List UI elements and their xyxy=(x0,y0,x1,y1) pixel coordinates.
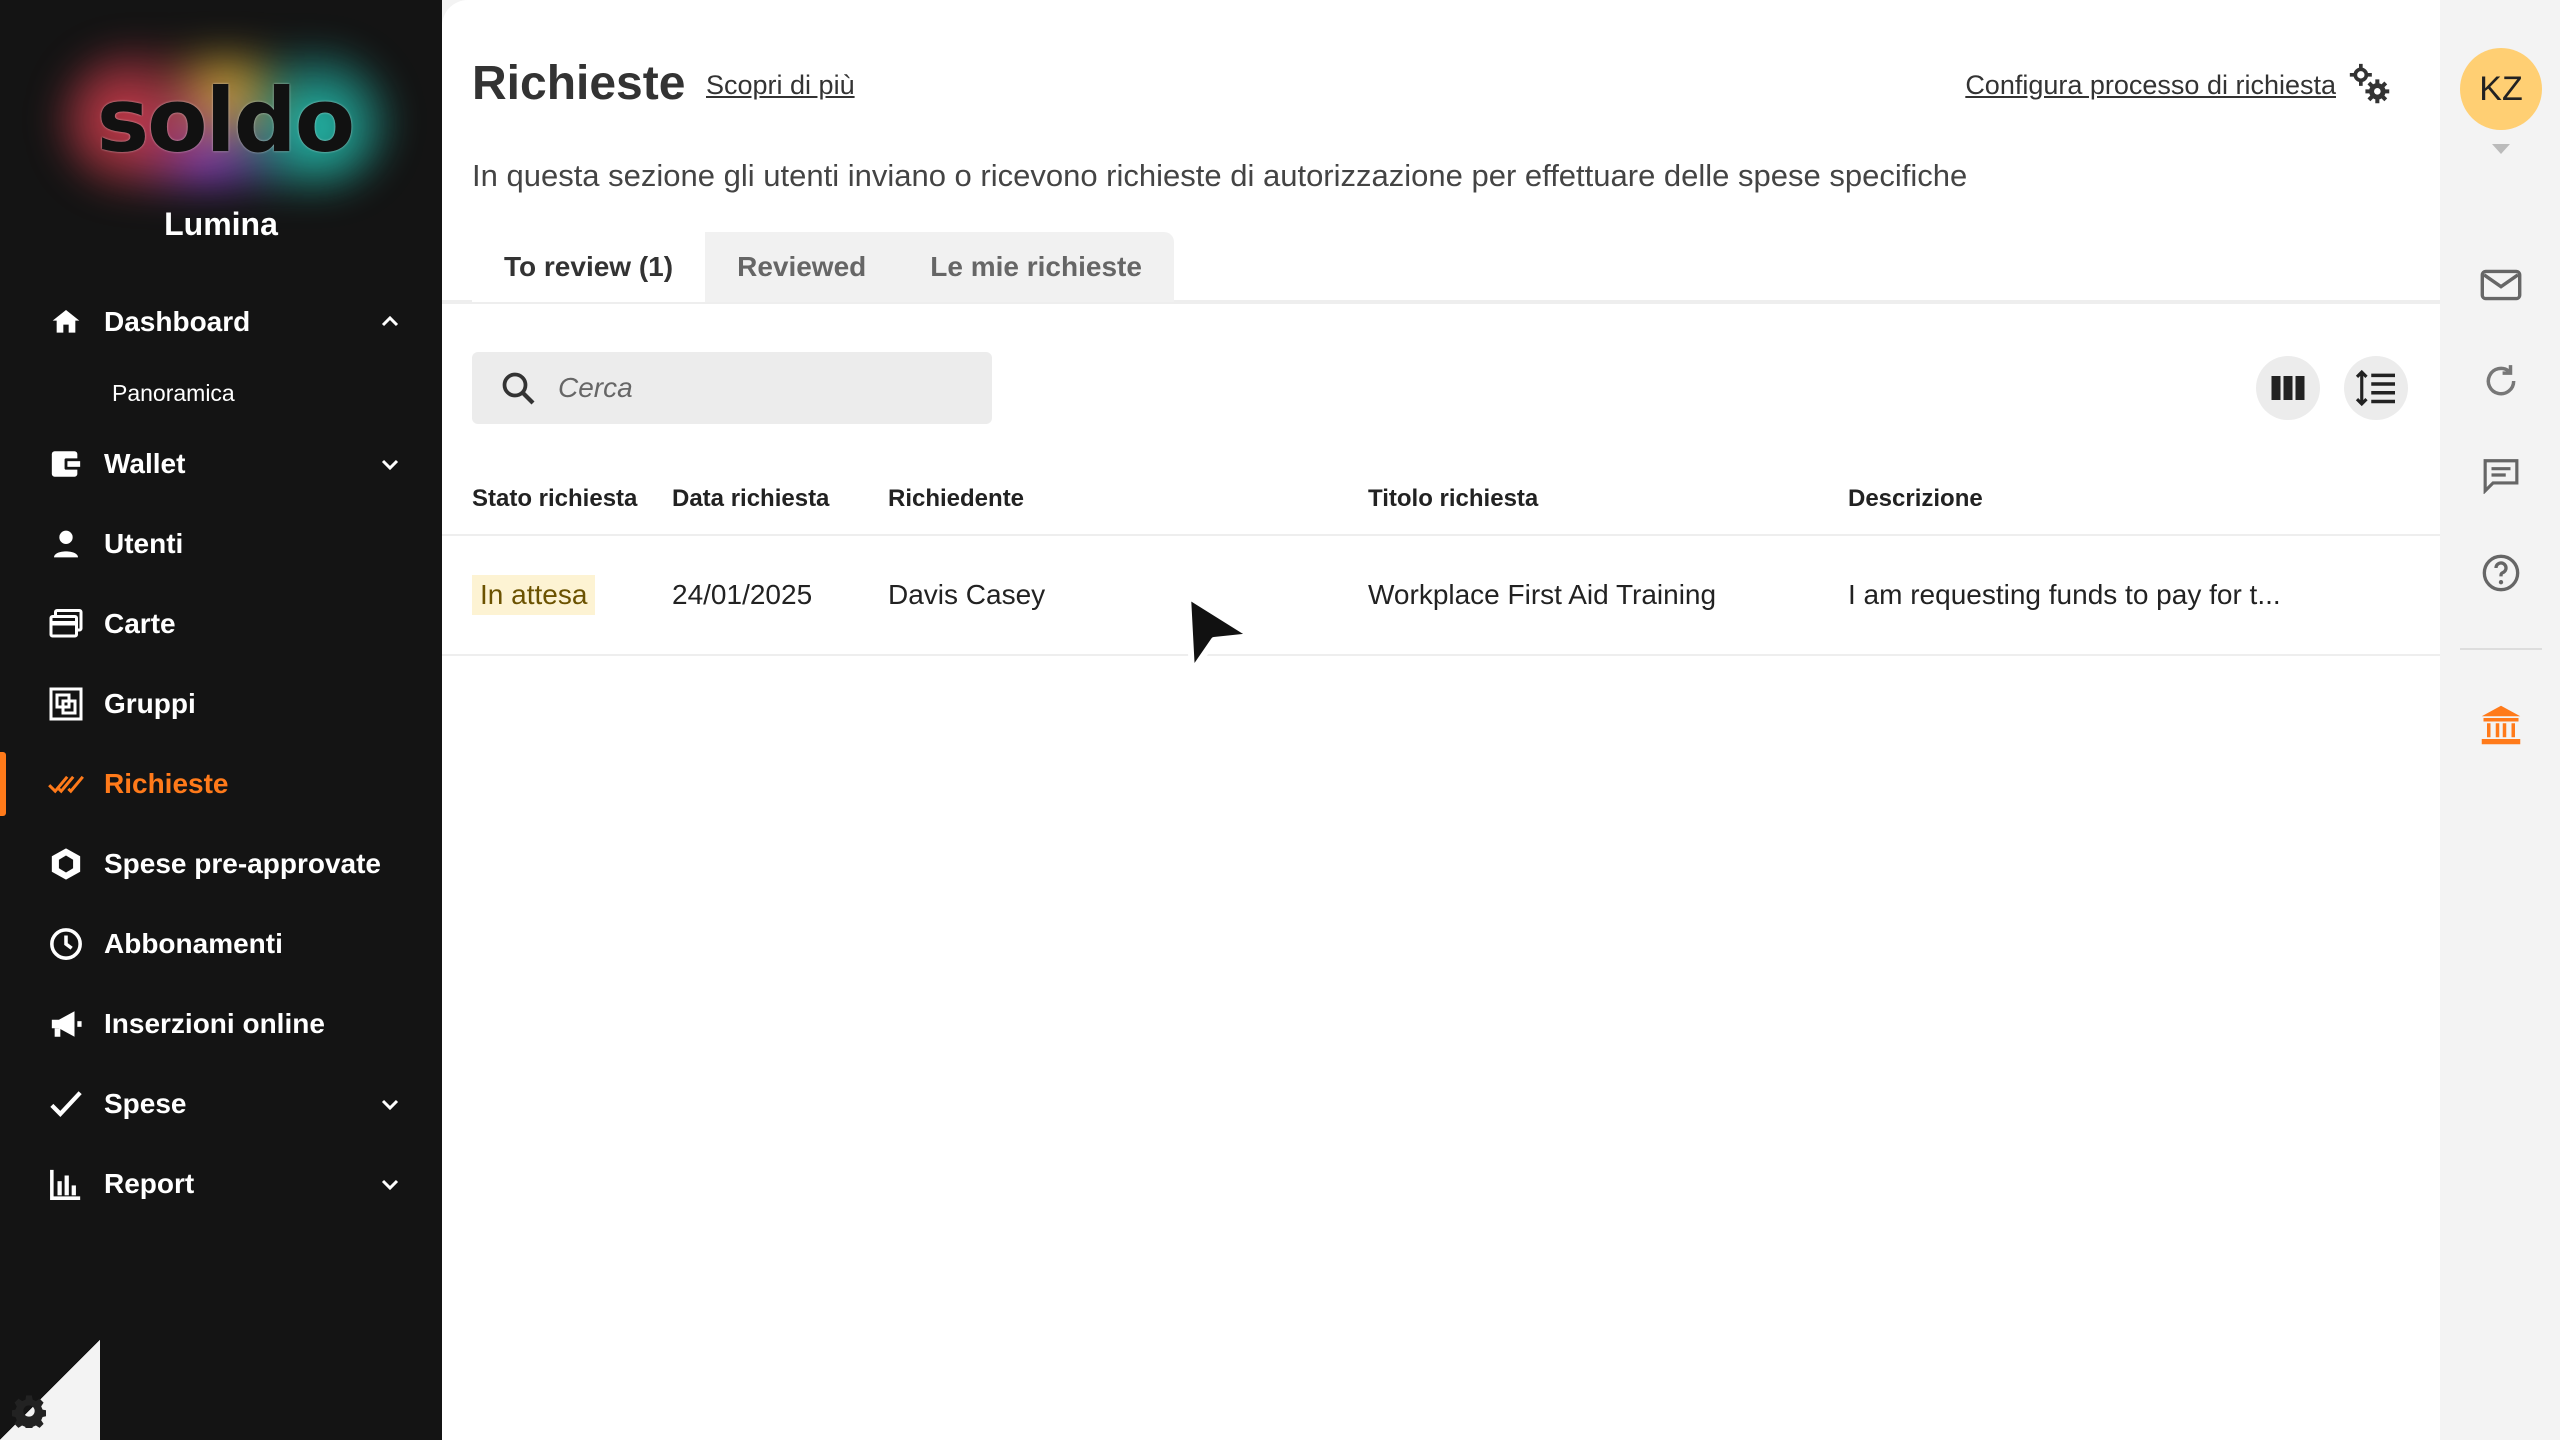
sidebar-item-label: Spese xyxy=(104,1088,187,1119)
user-icon xyxy=(48,526,84,562)
mail-icon[interactable] xyxy=(2478,262,2524,308)
column-header-requester[interactable]: Richiedente xyxy=(888,485,1024,513)
sidebar-item-label: Gruppi xyxy=(104,688,196,719)
sidebar-item-inserzioni-online[interactable]: Inserzioni online xyxy=(0,984,442,1064)
request-title: Workplace First Aid Training xyxy=(1368,579,1717,610)
megaphone-icon xyxy=(48,1006,84,1042)
status-badge: In attesa xyxy=(472,575,596,615)
sidebar-item-label: Carte xyxy=(104,608,176,639)
refresh-icon[interactable] xyxy=(2478,358,2524,404)
mouse-cursor-icon xyxy=(1185,593,1255,675)
sidebar-item-wallet[interactable]: Wallet xyxy=(0,424,442,504)
sidebar-item-richieste[interactable]: Richieste xyxy=(0,744,442,824)
sidebar-item-carte[interactable]: Carte xyxy=(0,584,442,664)
rail-divider xyxy=(2460,648,2542,650)
check-icon xyxy=(48,1086,84,1122)
sidebar-item-utenti[interactable]: Utenti xyxy=(0,504,442,584)
column-header-title[interactable]: Titolo richiesta xyxy=(1368,485,1538,513)
line-spacing-icon xyxy=(2355,369,2395,407)
sidebar-item-label: Wallet xyxy=(104,448,186,479)
chevron-down-icon[interactable] xyxy=(378,452,402,476)
sidebar-item-label: Dashboard xyxy=(104,306,251,337)
right-rail: KZ xyxy=(2440,0,2560,1440)
table-row[interactable]: In attesa 24/01/2025 Davis Casey Workpla… xyxy=(442,536,2440,656)
tab-my-requests[interactable]: Le mie richieste xyxy=(898,232,1174,302)
sidebar-item-label: Abbonamenti xyxy=(104,928,283,959)
columns-icon xyxy=(2271,376,2305,400)
search-box[interactable] xyxy=(472,352,992,424)
search-icon xyxy=(502,372,535,405)
company-name: Lumina xyxy=(164,206,278,242)
chevron-down-icon[interactable] xyxy=(378,1092,402,1116)
sidebar-item-label: Report xyxy=(104,1168,195,1199)
hexagon-icon xyxy=(48,846,84,882)
sidebar-item-spese[interactable]: Spese xyxy=(0,1064,442,1144)
sidebar-item-dashboard[interactable]: Dashboard xyxy=(0,282,442,362)
tab-reviewed[interactable]: Reviewed xyxy=(705,232,899,302)
home-icon xyxy=(48,304,84,340)
page-title: Richieste xyxy=(472,57,686,110)
settings-corner[interactable] xyxy=(0,1340,100,1440)
sidebar-item-label: Inserzioni online xyxy=(104,1008,325,1039)
wallet-icon xyxy=(48,446,84,482)
cards-icon xyxy=(48,606,84,642)
tabs: To review (1) Reviewed Le mie richieste xyxy=(472,232,1174,302)
gears-icon[interactable] xyxy=(2348,62,2392,106)
sidebar-item-gruppi[interactable]: Gruppi xyxy=(0,664,442,744)
caret-down-icon[interactable] xyxy=(2490,142,2512,156)
page-description: In questa sezione gli utenti inviano o r… xyxy=(472,158,1968,193)
sidebar: soldo Lumina Dashboard Panoramica Wallet… xyxy=(0,0,442,1440)
sidebar-item-spese-pre-approvate[interactable]: Spese pre-approvate xyxy=(0,824,442,904)
main-content: Richieste Scopri di più Configura proces… xyxy=(442,0,2440,1440)
sidebar-nav: Dashboard Panoramica Wallet Utenti Carte xyxy=(0,282,442,1224)
search-input[interactable] xyxy=(558,372,992,404)
clock-icon xyxy=(48,926,84,962)
requester-name: Davis Casey xyxy=(888,579,1046,610)
configure-process-link[interactable]: Configura processo di richiesta xyxy=(1965,70,2336,101)
groups-icon xyxy=(48,686,84,722)
help-icon[interactable] xyxy=(2478,550,2524,596)
column-header-description[interactable]: Descrizione xyxy=(1848,485,1983,513)
request-date: 24/01/2025 xyxy=(672,579,813,610)
row-density-button[interactable] xyxy=(2344,356,2408,420)
sidebar-item-abbonamenti[interactable]: Abbonamenti xyxy=(0,904,442,984)
bar-chart-icon xyxy=(48,1166,84,1202)
column-header-date[interactable]: Data richiesta xyxy=(672,485,829,513)
chevron-up-icon[interactable] xyxy=(378,310,402,334)
sidebar-item-label: Richieste xyxy=(104,768,229,799)
request-description: I am requesting funds to pay for t... xyxy=(1848,579,2281,610)
chevron-down-icon[interactable] xyxy=(378,1172,402,1196)
learn-more-link[interactable]: Scopri di più xyxy=(706,70,855,101)
logo-text: soldo xyxy=(96,68,355,172)
sidebar-item-report[interactable]: Report xyxy=(0,1144,442,1224)
soldo-logo[interactable]: soldo xyxy=(60,50,390,190)
bank-icon[interactable] xyxy=(2478,702,2524,748)
sidebar-subitem-panoramica[interactable]: Panoramica xyxy=(0,362,442,424)
user-avatar[interactable]: KZ xyxy=(2460,48,2542,130)
table-header: Stato richiesta Data richiesta Richieden… xyxy=(442,464,2440,536)
gear-icon[interactable] xyxy=(12,1394,46,1428)
sidebar-item-label: Spese pre-approvate xyxy=(104,848,381,879)
column-header-status[interactable]: Stato richiesta xyxy=(472,485,637,513)
columns-button[interactable] xyxy=(2256,356,2320,420)
tab-to-review[interactable]: To review (1) xyxy=(472,232,706,302)
double-check-icon xyxy=(48,766,84,802)
chat-icon[interactable] xyxy=(2478,452,2524,498)
sidebar-item-label: Utenti xyxy=(104,528,184,559)
requests-table: Stato richiesta Data richiesta Richieden… xyxy=(442,464,2440,656)
